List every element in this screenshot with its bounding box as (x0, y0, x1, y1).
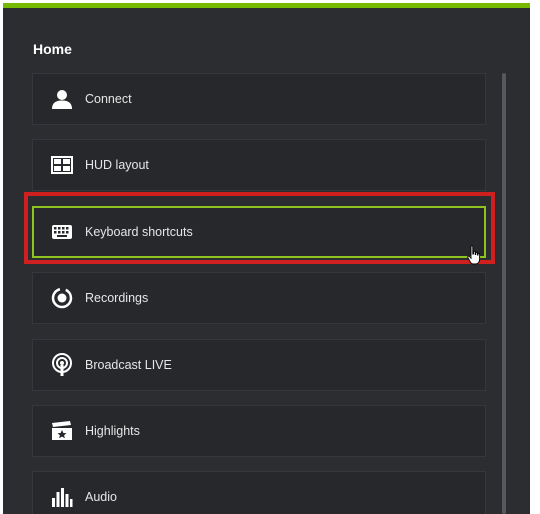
menu-item-keyboard-shortcuts[interactable]: Keyboard shortcuts (32, 205, 486, 258)
menu-item-highlights[interactable]: Highlights (32, 404, 486, 457)
menu-item-label: Highlights (85, 423, 140, 438)
menu-item-label: Recordings (85, 291, 149, 306)
menu-item-audio[interactable]: Audio (32, 471, 486, 514)
clapperboard-icon (50, 419, 74, 443)
layout-icon (50, 153, 74, 177)
accent-bar (3, 3, 530, 8)
menu-item-label: Keyboard shortcuts (85, 224, 193, 239)
menu-item-label: HUD layout (85, 158, 149, 173)
hand-cursor-icon (467, 245, 481, 265)
menu-item-broadcast-live[interactable]: Broadcast LIVE (32, 338, 486, 391)
menu-item-label: Broadcast LIVE (85, 357, 172, 372)
menu-item-connect[interactable]: Connect (32, 73, 486, 125)
menu-item-label: Connect (85, 92, 132, 106)
audio-bars-icon (50, 485, 74, 509)
menu-item-hud-layout[interactable]: HUD layout (32, 139, 486, 192)
person-icon (50, 87, 74, 111)
settings-panel: Home Connect HUD layout Keyboard shortcu… (3, 3, 530, 514)
menu-item-label: Audio (85, 490, 117, 505)
broadcast-icon (50, 352, 74, 377)
keyboard-icon (50, 220, 74, 244)
menu-item-recordings[interactable]: Recordings (32, 272, 486, 325)
scrollbar[interactable] (502, 73, 506, 514)
record-icon (50, 286, 74, 310)
panel-title: Home (33, 41, 72, 57)
home-menu: Connect HUD layout Keyboard shortcuts Re… (32, 73, 486, 514)
